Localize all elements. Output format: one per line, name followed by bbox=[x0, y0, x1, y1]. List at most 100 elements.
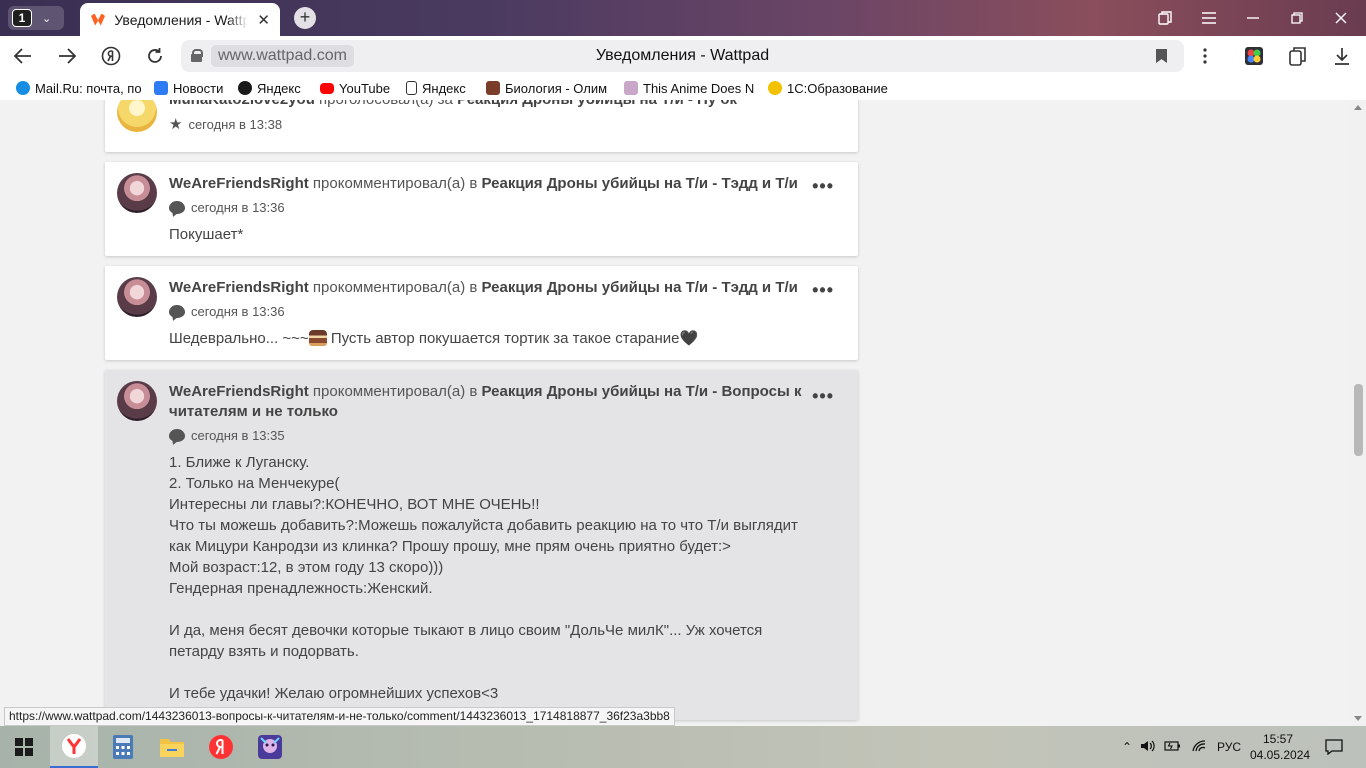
tab-strip: 1 ⌄ Уведомления - Wattpad ✕ + bbox=[0, 0, 1366, 36]
volume-icon[interactable] bbox=[1136, 739, 1160, 756]
taskbar: ⌃ РУС 15:57 04.05.2024 bbox=[0, 726, 1366, 768]
tab-manager-icon[interactable] bbox=[1143, 0, 1187, 36]
notification-heading: WeAreFriendsRight прокомментировал(а) в … bbox=[169, 383, 802, 420]
avatar[interactable] bbox=[117, 277, 157, 317]
notification-meta: ★ сегодня в 13:38 bbox=[169, 115, 282, 133]
tab-count: 1 bbox=[12, 9, 32, 27]
restore-icon[interactable] bbox=[1275, 0, 1319, 36]
forward-button[interactable] bbox=[54, 44, 80, 68]
more-options-button[interactable]: ••• bbox=[812, 176, 834, 197]
download-icon[interactable] bbox=[1329, 44, 1355, 68]
username-link[interactable]: MunaKato2love2you bbox=[169, 100, 315, 108]
scroll-down-arrow-icon[interactable] bbox=[1354, 716, 1362, 721]
reload-button[interactable] bbox=[142, 44, 168, 68]
notification-card[interactable]: WeAreFriendsRight прокомментировал(а) в … bbox=[105, 370, 858, 720]
bookmark-yandex[interactable]: Яндекс bbox=[226, 81, 308, 96]
notification-center-button[interactable] bbox=[1312, 726, 1356, 768]
extension-icon[interactable] bbox=[1241, 44, 1267, 68]
yandex-icon bbox=[238, 81, 252, 95]
bookmark-news[interactable]: Новости bbox=[142, 81, 226, 96]
comment-text: 1. Ближе к Луганску. 2. Только на Менчек… bbox=[169, 454, 798, 702]
bookmark-anime[interactable]: This Anime Does N bbox=[612, 81, 754, 96]
taskbar-file-explorer[interactable] bbox=[148, 726, 196, 768]
notification-meta: сегодня в 13:35 bbox=[169, 428, 285, 443]
page-scrollbar[interactable] bbox=[1351, 100, 1366, 726]
taskbar-game-app[interactable] bbox=[246, 726, 294, 768]
clock-date: 04.05.2024 bbox=[1250, 748, 1311, 762]
taskbar-calculator[interactable] bbox=[99, 726, 147, 768]
minimize-icon[interactable] bbox=[1231, 0, 1275, 36]
tab-close-icon[interactable]: ✕ bbox=[257, 11, 270, 29]
yandex-logo-icon[interactable] bbox=[98, 44, 124, 68]
notification-heading: WeAreFriendsRight прокомментировал(а) в … bbox=[169, 279, 798, 296]
story-link[interactable]: Реакция Дроны убийцы на Т/и - Тэдд и Т/и bbox=[482, 175, 798, 192]
more-vertical-icon[interactable] bbox=[1192, 44, 1218, 68]
chevron-down-icon: ⌄ bbox=[42, 12, 52, 25]
username-link[interactable]: WeAreFriendsRight bbox=[169, 383, 309, 400]
yandex-icon bbox=[209, 735, 233, 759]
notifications-page: MunaKato2love2you проголосовал(а) за Реа… bbox=[0, 100, 1366, 726]
taskbar-yandex-browser[interactable] bbox=[50, 726, 98, 768]
wifi-icon[interactable] bbox=[1186, 739, 1212, 756]
username-link[interactable]: WeAreFriendsRight bbox=[169, 175, 309, 192]
notification-heading: WeAreFriendsRight прокомментировал(а) в … bbox=[169, 175, 798, 192]
notification-meta: сегодня в 13:36 bbox=[169, 200, 285, 215]
taskbar-clock[interactable]: 15:57 04.05.2024 bbox=[1250, 731, 1311, 763]
1c-icon bbox=[768, 81, 782, 95]
cake-icon bbox=[308, 330, 327, 346]
language-indicator[interactable]: РУС bbox=[1212, 740, 1246, 754]
calculator-icon bbox=[113, 735, 133, 759]
bookmark-youtube[interactable]: YouTube bbox=[308, 81, 396, 96]
address-page-title: Уведомления - Wattpad bbox=[595, 47, 770, 64]
avatar[interactable] bbox=[117, 100, 157, 132]
notification-heading: MunaKato2love2you проголосовал(а) за Реа… bbox=[169, 100, 809, 110]
yandex-browser-icon bbox=[62, 734, 86, 758]
story-link[interactable]: Реакция Дроны убийцы на Т/и - Тэдд и Т/и bbox=[482, 279, 798, 296]
game-app-icon bbox=[258, 735, 282, 759]
star-icon: ★ bbox=[169, 116, 183, 133]
more-options-button[interactable]: ••• bbox=[812, 280, 834, 301]
avatar[interactable] bbox=[117, 381, 157, 421]
notification-card[interactable]: WeAreFriendsRight прокомментировал(а) в … bbox=[105, 266, 858, 360]
bookmark-biology[interactable]: Биология - Олим bbox=[474, 81, 612, 96]
notification-card[interactable]: WeAreFriendsRight прокомментировал(а) в … bbox=[105, 162, 858, 256]
comment-text: Покушает* bbox=[169, 226, 244, 243]
tab-counter-button[interactable]: 1 ⌄ bbox=[8, 6, 64, 30]
tab-title: Уведомления - Wattpad bbox=[114, 11, 249, 28]
tab-wattpad[interactable]: Уведомления - Wattpad ✕ bbox=[80, 3, 280, 36]
notification-card[interactable]: MunaKato2love2you проголосовал(а) за Реа… bbox=[105, 100, 858, 152]
folder-icon bbox=[160, 739, 184, 757]
start-button[interactable] bbox=[0, 726, 48, 768]
scrollbar-thumb[interactable] bbox=[1354, 384, 1363, 456]
collections-icon[interactable] bbox=[1285, 44, 1311, 68]
news-icon bbox=[154, 81, 168, 95]
wattpad-favicon-icon bbox=[90, 13, 105, 27]
menu-icon[interactable] bbox=[1187, 0, 1231, 36]
clock-time: 15:57 bbox=[1262, 732, 1294, 746]
bookmark-mailru[interactable]: Mail.Ru: почта, по bbox=[0, 81, 142, 96]
bookmark-yandex-page[interactable]: Яндекс bbox=[396, 81, 474, 96]
bookmark-1c[interactable]: 1С:Образование bbox=[754, 81, 894, 96]
tray-expand-icon[interactable]: ⌃ bbox=[1118, 740, 1136, 754]
more-options-button[interactable]: ••• bbox=[812, 386, 834, 407]
system-tray: ⌃ РУС bbox=[1118, 726, 1246, 768]
comment-icon bbox=[169, 305, 185, 318]
navigation-bar: www.wattpad.com Уведомления - Wattpad bbox=[0, 36, 1366, 76]
comment-text: Шедеврально... ~~~ Пусть автор покушаетс… bbox=[169, 330, 699, 347]
mailru-icon bbox=[16, 81, 30, 95]
back-button[interactable] bbox=[10, 44, 36, 68]
comment-icon bbox=[169, 429, 185, 442]
battery-icon[interactable] bbox=[1160, 739, 1186, 756]
username-link[interactable]: WeAreFriendsRight bbox=[169, 279, 309, 296]
page-icon bbox=[406, 81, 417, 95]
youtube-icon bbox=[320, 82, 334, 94]
new-tab-button[interactable]: + bbox=[294, 7, 316, 29]
taskbar-yandex[interactable] bbox=[197, 726, 245, 768]
timestamp: сегодня в 13:38 bbox=[188, 116, 283, 132]
avatar[interactable] bbox=[117, 173, 157, 213]
story-link[interactable]: Реакция Дроны убийцы на Т/и - Ну ок bbox=[457, 100, 737, 108]
address-bar[interactable]: www.wattpad.com Уведомления - Wattpad bbox=[181, 40, 1184, 72]
timestamp: сегодня в 13:36 bbox=[191, 200, 285, 215]
window-close-icon[interactable] bbox=[1319, 0, 1363, 36]
scroll-up-arrow-icon[interactable] bbox=[1354, 105, 1362, 110]
